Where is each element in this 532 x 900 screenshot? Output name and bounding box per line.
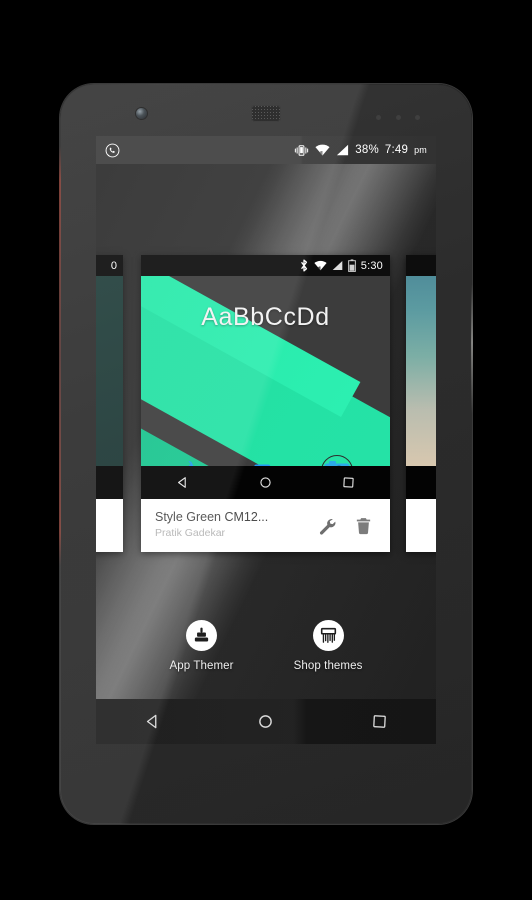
system-nav-bar: [96, 699, 436, 744]
theme-preview-previous: 0: [96, 255, 123, 499]
back-icon[interactable]: [142, 711, 163, 732]
shop-themes-label: Shop themes: [293, 660, 363, 672]
theme-carousel[interactable]: 0 AaBbCcDd 5:30 Style Green CM12... Prat…: [96, 164, 436, 584]
preview-clock-label: 0: [110, 259, 117, 272]
trash-icon[interactable]: [354, 516, 373, 536]
bottom-actions: App Themer Shop themes: [96, 608, 436, 684]
whatsapp-icon: [105, 143, 120, 158]
front-camera-icon: [136, 108, 147, 119]
theme-card-previous[interactable]: 0: [96, 255, 123, 552]
theme-card-actions: [316, 516, 390, 536]
theme-preview-next: [406, 255, 436, 499]
recents-icon: [340, 474, 357, 491]
clock-label: 7:49: [384, 144, 409, 156]
preview-nav-bar: [141, 466, 390, 499]
theme-title-label: Style Green CM12...: [155, 510, 269, 525]
recents-icon[interactable]: [369, 711, 390, 732]
preview-status-bar-next: [406, 255, 436, 276]
shop-themes-button[interactable]: Shop themes: [294, 620, 363, 672]
theme-card-current[interactable]: AaBbCcDd 5:30 Style Green CM12... Pratik…: [141, 255, 390, 552]
earpiece-speaker-icon: [251, 105, 281, 122]
device-side-accent-right: [471, 284, 473, 414]
theme-card-meta: Style Green CM12... Pratik Gadekar: [155, 510, 316, 541]
cellular-signal-icon: [336, 144, 349, 156]
device-side-accent-left: [59, 146, 61, 566]
cellular-signal-icon: [332, 260, 343, 271]
wifi-icon: [314, 260, 327, 271]
battery-percent-label: 38%: [355, 144, 379, 156]
home-icon[interactable]: [255, 711, 276, 732]
brush-stamp-icon: [186, 620, 218, 651]
wifi-icon: [315, 144, 330, 156]
theme-author-label: Pratik Gadekar: [155, 526, 226, 539]
theme-card-next[interactable]: [406, 255, 436, 552]
bluetooth-icon: [299, 259, 309, 272]
status-bar: 38% 7:49 pm: [96, 136, 436, 164]
preview-wallpaper-next: [406, 276, 436, 466]
paint-roller-icon: [312, 620, 344, 651]
wrench-icon[interactable]: [316, 516, 336, 536]
preview-status-bar: 0: [96, 255, 123, 276]
battery-icon: [347, 259, 356, 272]
app-themer-label: App Themer: [169, 660, 234, 672]
proximity-sensors-icon: [376, 115, 420, 120]
preview-clock-label: 5:30: [360, 259, 383, 272]
phone-device: 38% 7:49 pm 0 AaBbCcDd 5:30 Style Green …: [59, 84, 473, 824]
back-icon: [174, 474, 191, 491]
preview-nav-bar: [96, 466, 123, 499]
font-sample-label: AaBbCcDd: [201, 303, 330, 331]
home-icon: [257, 474, 274, 491]
theme-preview-current[interactable]: AaBbCcDd 5:30: [141, 255, 390, 499]
theme-card-footer: Style Green CM12... Pratik Gadekar: [141, 499, 390, 552]
preview-status-bar: 5:30: [141, 255, 390, 276]
status-bar-indicators: 38% 7:49 pm: [294, 144, 427, 157]
preview-nav-bar-next: [406, 466, 436, 499]
phone-screen: 38% 7:49 pm 0 AaBbCcDd 5:30 Style Green …: [96, 136, 436, 744]
theme-card-footer-next: [406, 499, 436, 552]
clock-meridiem-label: pm: [414, 145, 427, 155]
app-themer-button[interactable]: App Themer: [170, 620, 234, 672]
theme-card-footer-previous: [96, 499, 123, 552]
vibrate-icon: [294, 144, 309, 157]
